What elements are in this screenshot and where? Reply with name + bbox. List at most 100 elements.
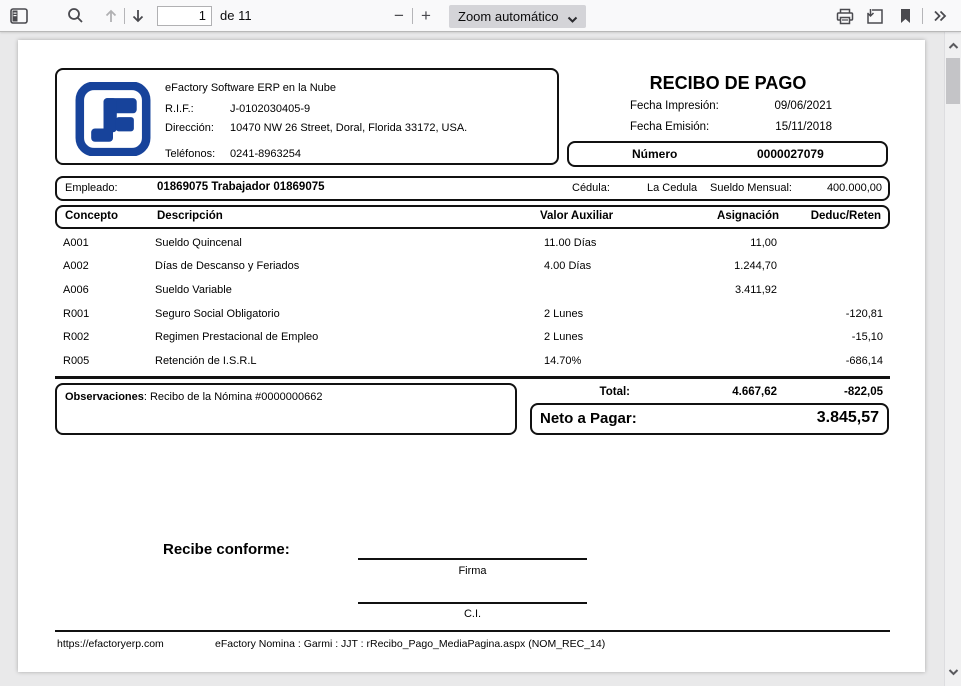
scroll-up-icon[interactable] xyxy=(948,37,959,55)
table-row: A002 Días de Descanso y Feriados 4.00 Dí… xyxy=(55,260,890,283)
emission-date-value: 15/11/2018 xyxy=(718,121,832,133)
receipt-title: RECIBO DE PAGO xyxy=(567,73,889,94)
double-chevron-right-icon xyxy=(932,9,948,23)
footer-module: eFactory Nomina : Garmi : JJT : rRecibo_… xyxy=(215,638,605,650)
previous-page-button[interactable] xyxy=(98,3,124,29)
printer-icon xyxy=(836,8,854,25)
zoom-select[interactable]: Zoom automático xyxy=(449,5,586,28)
col-descripcion: Descripción xyxy=(157,210,223,222)
scrollbar-thumb[interactable] xyxy=(946,58,960,104)
cell-concept: R005 xyxy=(63,355,89,367)
page-number-input[interactable] xyxy=(157,6,212,26)
total-deducciones: -822,05 xyxy=(783,386,883,398)
arrow-up-icon xyxy=(103,8,119,24)
company-info-box: eFactory Software ERP en la Nube R.I.F.:… xyxy=(55,68,559,165)
footer-divider xyxy=(55,630,890,632)
page-count-label: de 11 xyxy=(220,8,252,23)
cell-aux: 2 Lunes xyxy=(544,331,583,343)
cell-desc: Sueldo Quincenal xyxy=(155,237,242,249)
observations-label: Observaciones xyxy=(65,391,144,403)
cell-deduc: -686,14 xyxy=(793,355,883,367)
cedula-value: La Cedula xyxy=(647,182,697,194)
rif-label: R.I.F.: xyxy=(165,103,194,115)
number-value: 0000027079 xyxy=(757,147,824,161)
receipt-number-box: Número 0000027079 xyxy=(567,141,888,167)
cell-concept: R001 xyxy=(63,308,89,320)
footer-url: https://efactoryerp.com xyxy=(57,638,164,650)
cell-concept: A001 xyxy=(63,237,89,249)
zoom-select-value: Zoom automático xyxy=(458,9,558,24)
cell-asig: 11,00 xyxy=(615,237,777,249)
salary-value: 400.000,00 xyxy=(802,182,882,194)
find-button[interactable] xyxy=(62,3,88,29)
table-row: R005 Retención de I.S.R.L 14.70% -686,14 xyxy=(55,355,890,378)
zoom-out-button[interactable]: − xyxy=(386,3,412,29)
download-icon xyxy=(866,8,884,25)
table-row: A006 Sueldo Variable 3.411,92 xyxy=(55,284,890,307)
save-button[interactable] xyxy=(862,3,888,29)
zoom-in-button[interactable]: + xyxy=(413,3,439,29)
cell-desc: Días de Descanso y Feriados xyxy=(155,260,299,272)
cell-aux: 11.00 Días xyxy=(544,237,596,249)
cell-desc: Retención de I.S.R.L xyxy=(155,355,257,367)
observations-box: Observaciones: Recibo de la Nómina #0000… xyxy=(55,383,517,435)
sidebar-toggle-icon xyxy=(10,8,28,24)
net-pay-box: Neto a Pagar: 3.845,57 xyxy=(530,403,889,435)
firma-label: Firma xyxy=(358,565,587,577)
phones-value: 0241-8963254 xyxy=(230,148,301,160)
cell-asig: 1.244,70 xyxy=(615,260,777,272)
cell-concept: R002 xyxy=(63,331,89,343)
search-icon xyxy=(67,7,84,24)
cell-aux: 4.00 Días xyxy=(544,260,591,272)
vertical-scrollbar[interactable] xyxy=(944,32,961,686)
more-tools-button[interactable] xyxy=(927,3,953,29)
print-date-value: 09/06/2021 xyxy=(718,100,832,112)
number-label: Número xyxy=(632,147,677,161)
signature-line xyxy=(358,558,587,560)
current-view-button[interactable] xyxy=(892,3,918,29)
total-label: Total: xyxy=(548,386,630,398)
receipt-page: eFactory Software ERP en la Nube R.I.F.:… xyxy=(18,40,925,672)
net-pay-label: Neto a Pagar: xyxy=(540,410,637,427)
col-deduc-reten: Deduc/Reten xyxy=(791,210,881,222)
pdf-viewer-area: eFactory Software ERP en la Nube R.I.F.:… xyxy=(0,32,961,686)
chevron-down-icon xyxy=(567,12,578,27)
scroll-down-icon[interactable] xyxy=(948,663,959,681)
cell-desc: Seguro Social Obligatorio xyxy=(155,308,280,320)
pdf-toolbar: de 11 − + Zoom automático xyxy=(0,0,961,32)
table-row: R002 Regimen Prestacional de Empleo 2 Lu… xyxy=(55,331,890,354)
employee-label: Empleado: xyxy=(65,182,118,194)
company-logo xyxy=(75,82,151,159)
cell-aux: 2 Lunes xyxy=(544,308,583,320)
col-valor-auxiliar: Valor Auxiliar xyxy=(540,210,613,222)
cedula-label: Cédula: xyxy=(572,182,610,194)
bookmark-icon xyxy=(899,8,912,24)
rif-value: J-0102030405-9 xyxy=(230,103,310,115)
cell-deduc: -15,10 xyxy=(793,331,883,343)
next-page-button[interactable] xyxy=(125,3,151,29)
address-label: Dirección: xyxy=(165,122,214,134)
table-bottom-divider xyxy=(55,376,890,379)
toggle-sidebar-button[interactable] xyxy=(6,3,32,29)
observations-text: Observaciones: Recibo de la Nómina #0000… xyxy=(65,391,322,403)
receive-conform-label: Recibe conforme: xyxy=(163,541,290,558)
cell-deduc: -120,81 xyxy=(793,308,883,320)
net-pay-value: 3.845,57 xyxy=(749,409,879,427)
table-row: A001 Sueldo Quincenal 11.00 Días 11,00 xyxy=(55,237,890,260)
table-header-row: Concepto Descripción Valor Auxiliar Asig… xyxy=(55,205,890,229)
ci-line xyxy=(358,602,587,604)
cell-aux: 14.70% xyxy=(544,355,581,367)
phones-label: Teléfonos: xyxy=(165,148,215,160)
address-value: 10470 NW 26 Street, Doral, Florida 33172… xyxy=(230,122,467,134)
col-asignacion: Asignación xyxy=(617,210,779,222)
cell-concept: A002 xyxy=(63,260,89,272)
employee-value: 01869075 Trabajador 01869075 xyxy=(157,181,325,193)
arrow-down-icon xyxy=(130,8,146,24)
emission-date-label: Fecha Emisión: xyxy=(630,121,709,133)
print-button[interactable] xyxy=(832,3,858,29)
toolbar-divider xyxy=(922,8,923,24)
total-asignacion: 4.667,62 xyxy=(678,386,777,398)
employee-box: Empleado: 01869075 Trabajador 01869075 C… xyxy=(55,176,890,201)
print-date-label: Fecha Impresión: xyxy=(630,100,719,112)
cell-desc: Sueldo Variable xyxy=(155,284,232,296)
